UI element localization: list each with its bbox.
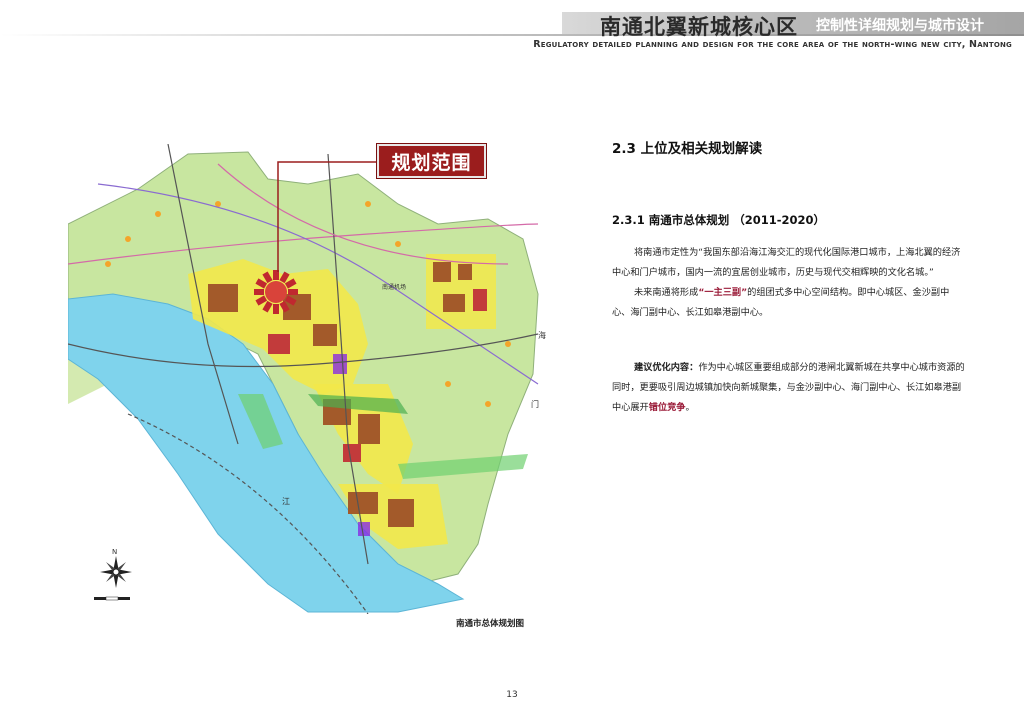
page-number: 13 (506, 690, 518, 700)
paragraph-3-end: 。 (685, 402, 695, 413)
header-subtitle: 控制性详细规划与城市设计 (816, 18, 984, 34)
header-title-english: Regulatory detailed planning and design … (533, 39, 1012, 50)
paragraph-3-highlight: 错位竞争 (648, 402, 686, 413)
header-title: 南通北翼新城核心区 (600, 14, 798, 39)
paragraph-3-label: 建议优化内容： (634, 362, 699, 373)
map-label-gate: 门 (531, 400, 539, 409)
map-label-sea: 海 (538, 331, 546, 340)
master-plan-map: 南通机场 江 海 门 N (68, 144, 548, 614)
map-graphic (68, 144, 539, 614)
map-label-river: 江 (282, 497, 290, 506)
section-heading: 2.3 上位及相关规划解读 (612, 141, 763, 157)
paragraph-optimization: 建议优化内容：作为中心城区重要组成部分的港闸北翼新城在共享中心城市资源的同时，更… (612, 358, 967, 418)
paragraph-3: 建议优化内容：作为中心城区重要组成部分的港闸北翼新城在共享中心城市资源的同时，更… (612, 358, 967, 418)
paragraph-city-positioning: 将南通市定性为“我国东部沿海江海交汇的现代化国际港口城市，上海北翼的经济中心和门… (612, 243, 967, 323)
paragraph-2: 未来南通将形成“一主三副”的组团式多中心空间结构。即中心城区、金沙副中心、海门副… (612, 283, 967, 323)
paragraph-2-highlight: “一主三副” (698, 287, 748, 298)
subsection-heading: 2.3.1 南通市总体规划 （2011-2020） (612, 213, 826, 227)
map-caption: 南通市总体规划图 (456, 619, 525, 629)
map-label-airport: 南通机场 (382, 284, 407, 291)
paragraph-1: 将南通市定性为“我国东部沿海江海交汇的现代化国际港口城市，上海北翼的经济中心和门… (612, 247, 961, 278)
paragraph-2-text-a: 未来南通将形成 (634, 287, 699, 298)
planning-scope-label: 规划范围 (377, 144, 486, 178)
compass-north-label: N (112, 548, 118, 556)
